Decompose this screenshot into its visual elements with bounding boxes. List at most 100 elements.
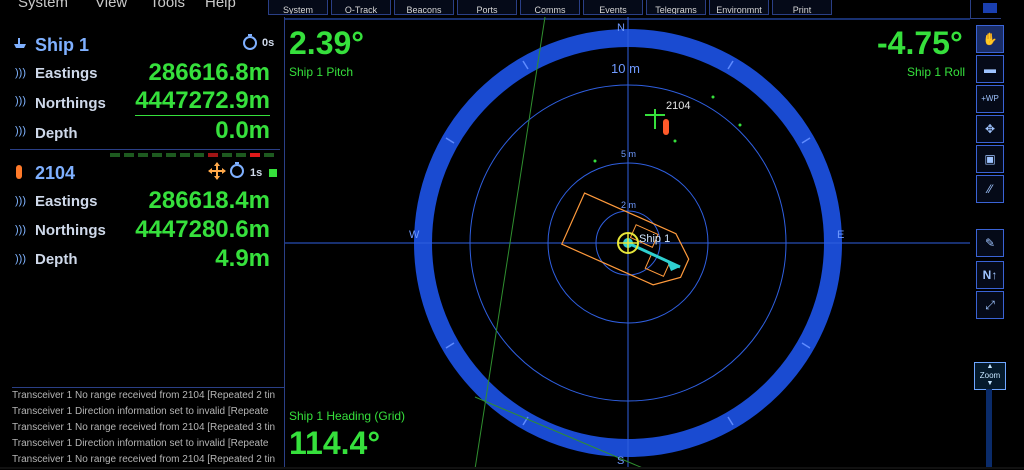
ship-timer: 0s [262,37,275,49]
toolbar-otrack-button[interactable]: O-Track [331,0,391,15]
north-up-button[interactable]: N↑ [976,261,1004,289]
radar-plot [285,17,970,469]
depth-value: 0.0m [215,117,270,144]
signal-icon: ))) [15,253,26,265]
pitch-label: Ship 1 Pitch [289,65,354,79]
roll-value: -4.75° [877,25,963,61]
signal-icon: ))) [15,195,26,207]
heading-label: Ship 1 Heading (Grid) [289,409,406,423]
stopwatch-icon [230,162,244,178]
beacon-name: 2104 [35,163,76,183]
eastings-label: Eastings [35,193,98,210]
menu-bar: System View Tools Help [0,0,270,10]
beacon-eastings-row: ))) Eastings 286618.4m [0,187,284,215]
depth-label: Depth [35,251,78,268]
signal-strength-bar [110,153,274,157]
ship-name: Ship 1 [35,35,90,55]
range-inner-label: 2 m [621,200,637,210]
eastings-value: 286616.8m [148,59,270,86]
fit-view-button[interactable]: ⤢ [976,291,1004,319]
pan-icon: ▬ [984,62,996,76]
ship-icon [14,38,26,48]
ship-northings-row: ))) Northings 4447272.9m [0,87,284,116]
ship-depth-row: ))) Depth 0.0m [0,117,284,145]
heading-value: 114.4° [289,425,381,461]
range-mid-label: 5 m [621,149,637,159]
select-icon: ✋ [982,32,998,46]
depth-value: 4.9m [215,245,270,272]
menu-help[interactable]: Help [205,0,236,10]
pitch-value: 2.39° [289,25,365,61]
beacon-header: 2104 1s [0,159,284,187]
fit-icon: ⤢ [985,298,995,312]
log-entry: Transceiver 1 Direction information set … [12,406,269,417]
waypoint-button[interactable]: +WP [976,85,1004,113]
northings-value: 4447272.9m [135,87,270,116]
menu-tools[interactable]: Tools [150,0,185,10]
eastings-value: 286618.4m [148,187,270,214]
log-entry: Transceiver 1 No range received from 210… [12,454,276,465]
edit-icon: ✎ [984,236,996,250]
waypoint-icon: +WP [981,94,999,103]
toolbar-environment-button[interactable]: Environmnt [709,0,769,15]
toolbar-telegrams-button[interactable]: Telegrams [646,0,706,15]
window-control[interactable] [970,0,1001,19]
menu-system[interactable]: System [18,0,68,10]
beacon-icon [16,165,22,179]
toolbar-comms-button[interactable]: Comms [520,0,580,15]
radar-view[interactable]: 2.39° Ship 1 Pitch -4.75° Ship 1 Roll Sh… [285,17,970,469]
toolbar-print-button[interactable]: Print [772,0,832,15]
ship-marker [617,232,639,254]
roll-label: Ship 1 Roll [907,65,966,79]
beacon-depth-row: ))) Depth 4.9m [0,245,284,273]
beacon-map-label: 2104 [666,100,691,112]
ship-header: Ship 1 0s [0,31,284,59]
message-log[interactable]: Transceiver 1 No range received from 210… [12,387,284,470]
chevron-up-icon[interactable]: ▲ [975,363,1005,371]
north-up-icon: N↑ [982,268,998,282]
move-icon: ✥ [984,122,996,136]
ship-map-label: Ship 1 [639,233,671,245]
signal-icon: ))) [15,125,26,137]
beacon-northings-row: ))) Northings 4447280.6m [0,216,284,244]
right-toolbar: ✋ ▬ +WP ✥ ▣ ⁄⁄ ✎ N↑ ⤢ ▲ Zoom ▼ [970,0,1024,469]
move-icon[interactable] [208,162,226,180]
west-label: W [409,229,420,241]
log-entry: Transceiver 1 No range received from 210… [12,422,276,433]
north-label: N [617,22,625,34]
divider [10,149,280,150]
left-panel: Ship 1 0s ))) Eastings 286616.8m ))) Nor… [0,17,285,469]
stopwatch-icon [243,34,257,50]
zoom-box-icon: ▣ [984,152,996,166]
chevron-down-icon[interactable]: ▼ [975,380,1005,388]
signal-icon: ))) [15,67,26,79]
beacon-timer: 1s [250,167,263,179]
toolbar-beacons-button[interactable]: Beacons [394,0,454,15]
menu-view[interactable]: View [95,0,127,10]
toolbar-ports-button[interactable]: Ports [457,0,517,15]
log-entry: Transceiver 1 No range received from 210… [12,390,276,401]
measure-icon: ⁄⁄ [987,182,992,196]
range-outer-label: 10 m [611,61,640,76]
zoom-control[interactable]: ▲ Zoom ▼ [974,362,1006,390]
zoom-box-button[interactable]: ▣ [976,145,1004,173]
northings-label: Northings [35,222,106,239]
signal-icon: ))) [15,95,26,107]
edit-button[interactable]: ✎ [976,229,1004,257]
status-indicator [269,169,277,177]
move-tool-button[interactable]: ✥ [976,115,1004,143]
south-label: S [617,455,625,467]
toolbar-system-button[interactable]: System [268,0,328,15]
zoom-slider[interactable] [986,389,992,469]
measure-tool-button[interactable]: ⁄⁄ [976,175,1004,203]
northings-value: 4447280.6m [135,216,270,243]
zoom-label: Zoom [979,371,1001,380]
depth-label: Depth [35,125,78,142]
toolbar-events-button[interactable]: Events [583,0,643,15]
signal-icon: ))) [15,224,26,236]
northings-label: Northings [35,95,106,112]
east-label: E [837,229,845,241]
eastings-label: Eastings [35,65,98,82]
select-tool-button[interactable]: ✋ [976,25,1004,53]
pan-tool-button[interactable]: ▬ [976,55,1004,83]
